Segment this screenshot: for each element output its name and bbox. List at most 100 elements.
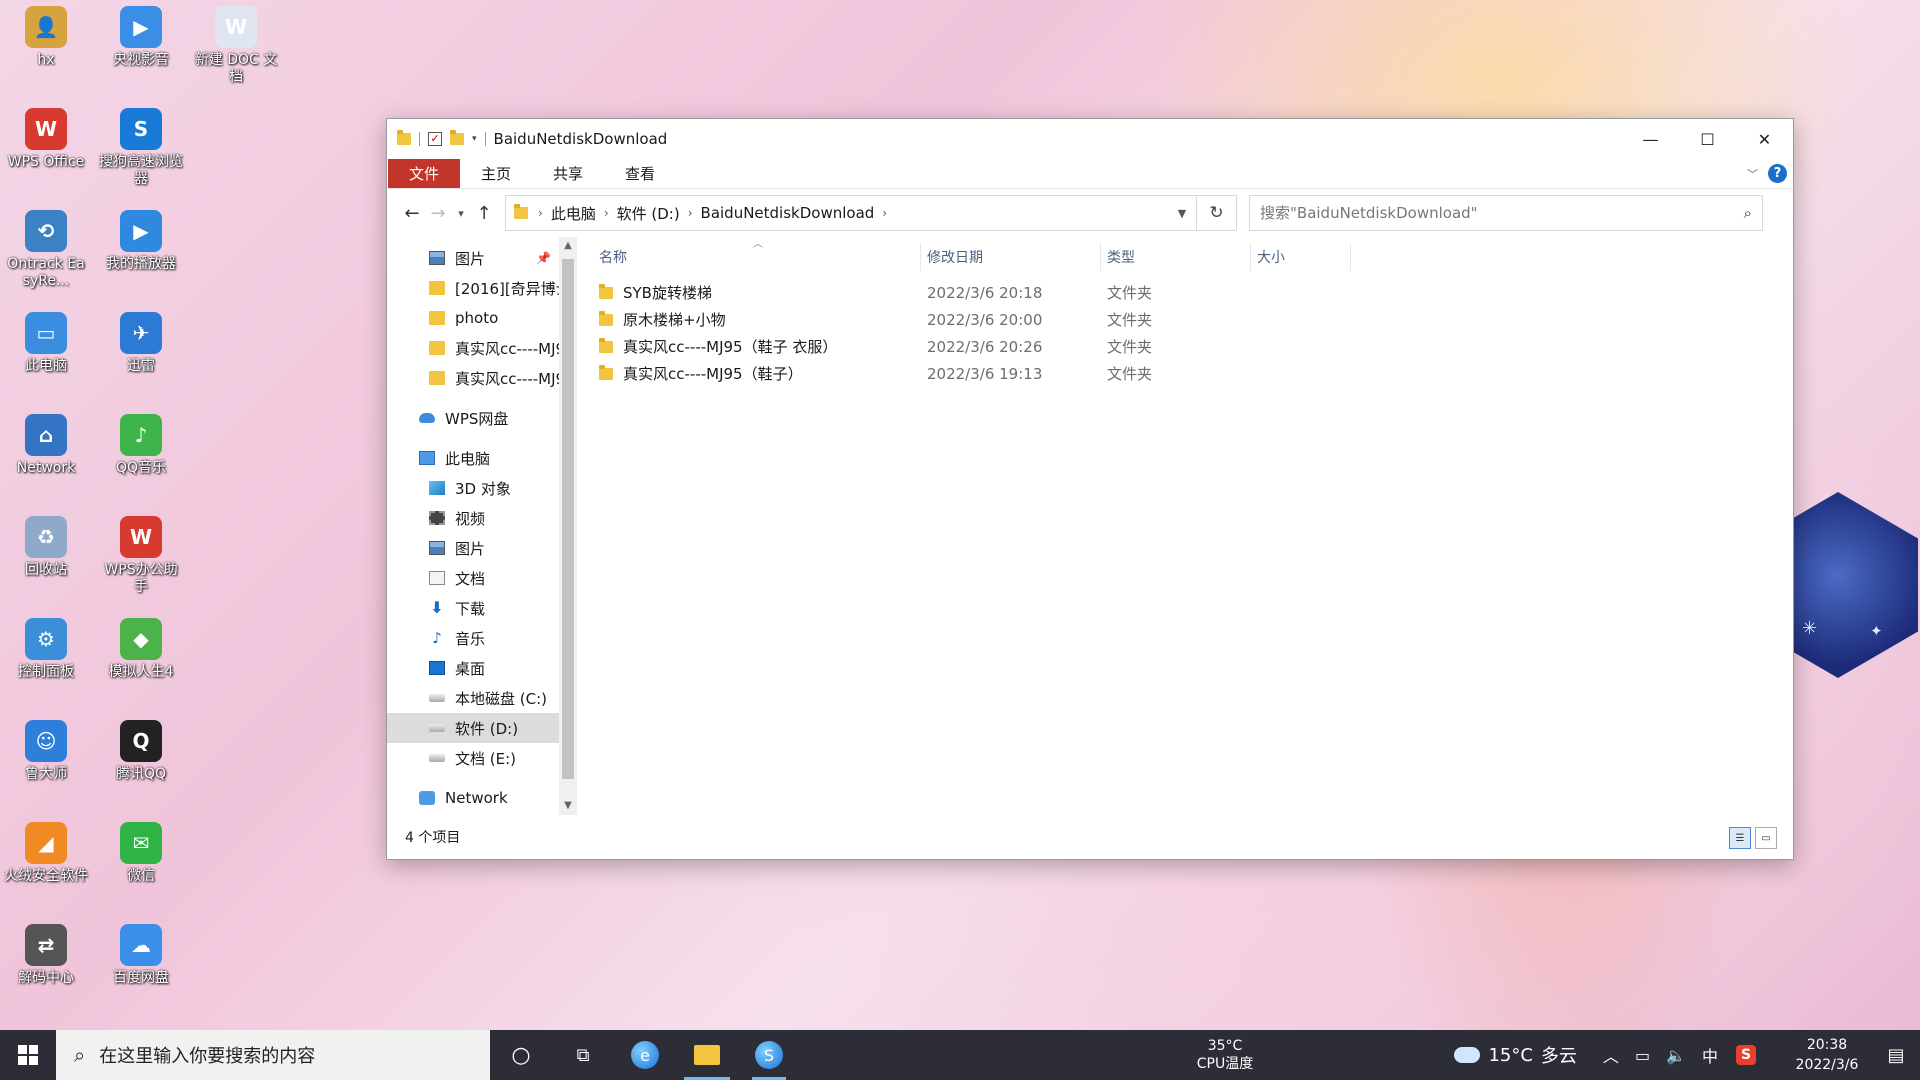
taskbar-search[interactable]: ⌕ 在这里输入你要搜索的内容 (56, 1030, 490, 1080)
properties-icon[interactable]: ✓ (428, 132, 442, 146)
task-view-button[interactable]: ⧉ (552, 1030, 614, 1080)
recent-locations-button[interactable]: ▾ (451, 207, 471, 220)
column-type[interactable]: 类型 (1101, 243, 1251, 271)
chevron-up-icon[interactable]: ︿ (1603, 1043, 1619, 1067)
desktop-icon[interactable]: W 新建 DOC 文档 (190, 6, 282, 86)
nav-item[interactable]: Network (387, 783, 559, 813)
scroll-thumb[interactable] (562, 259, 574, 779)
large-icons-view-button[interactable]: ▭ (1755, 827, 1777, 849)
nav-item[interactable]: [2016][奇异博士 (387, 273, 559, 303)
nav-item[interactable]: 此电脑 (387, 443, 559, 473)
forward-button[interactable]: → (425, 203, 451, 224)
taskbar-file-explorer[interactable] (676, 1030, 738, 1080)
table-row[interactable]: 真实风cc----MJ95（鞋子 衣服） 2022/3/6 20:26 文件夹 (577, 333, 1793, 360)
desktop-icon[interactable]: W WPS办公助手 (95, 516, 187, 596)
scroll-down-icon[interactable]: ▼ (559, 797, 577, 815)
search-input[interactable] (1260, 204, 1744, 222)
details-view-button[interactable]: ☰ (1729, 827, 1751, 849)
breadcrumb-drive-d[interactable]: 软件 (D:) (617, 203, 680, 224)
chevron-right-icon[interactable]: › (882, 206, 887, 220)
help-icon[interactable]: ? (1768, 164, 1787, 183)
desktop-icon[interactable]: ⌂ Network (0, 414, 92, 477)
desktop-icon[interactable]: W WPS Office (0, 108, 92, 171)
nav-item[interactable]: 图片 📌 (387, 243, 559, 273)
search-box[interactable]: ⌕ (1249, 195, 1763, 231)
nav-item[interactable]: WPS网盘 (387, 403, 559, 433)
table-row[interactable]: 真实风cc----MJ95（鞋子） 2022/3/6 19:13 文件夹 (577, 360, 1793, 387)
close-button[interactable]: ✕ (1736, 119, 1793, 159)
column-size[interactable]: 大小 (1251, 243, 1351, 271)
desktop-icon[interactable]: ⇄ 解码中心 (0, 924, 92, 987)
start-button[interactable] (0, 1030, 56, 1080)
nav-scrollbar[interactable]: ▲ ▼ (559, 237, 577, 815)
new-folder-icon[interactable] (450, 130, 464, 145)
cortana-button[interactable]: ○ (490, 1030, 552, 1080)
up-button[interactable]: ↑ (471, 203, 497, 224)
nav-item[interactable]: 图片 (387, 533, 559, 563)
nav-item[interactable]: 3D 对象 (387, 473, 559, 503)
breadcrumb-this-pc[interactable]: 此电脑 (551, 203, 596, 224)
nav-item[interactable]: 文档 (387, 563, 559, 593)
column-date[interactable]: 修改日期 (921, 243, 1101, 271)
nav-item[interactable]: 本地磁盘 (C:) (387, 683, 559, 713)
nav-item[interactable]: 桌面 (387, 653, 559, 683)
pin-icon[interactable]: 📌 (536, 251, 551, 265)
desktop-icon-label: 百度网盘 (113, 970, 169, 986)
nav-item[interactable]: photo (387, 303, 559, 333)
scroll-up-icon[interactable]: ▲ (559, 237, 577, 255)
chevron-right-icon[interactable]: › (538, 206, 543, 220)
desktop-icon[interactable]: 👤 hx (0, 6, 92, 69)
desktop-icon[interactable]: ◢ 火绒安全软件 (0, 822, 92, 885)
customize-toolbar-icon[interactable]: ▾ (472, 134, 477, 144)
tab-file[interactable]: 文件 (388, 159, 461, 188)
nav-item[interactable]: ⬇ 下载 (387, 593, 559, 623)
taskbar-browser[interactable]: e (614, 1030, 676, 1080)
sogou-ime-icon[interactable]: S (1736, 1045, 1756, 1065)
desktop-icon[interactable]: ▶ 央视影音 (95, 6, 187, 69)
minimize-button[interactable]: — (1622, 119, 1679, 159)
nav-item[interactable]: ♪ 音乐 (387, 623, 559, 653)
network-icon[interactable]: ▭ (1635, 1046, 1650, 1065)
column-name[interactable]: ︿ 名称 (599, 239, 921, 271)
back-button[interactable]: ← (399, 203, 425, 224)
taskbar-sogou-browser[interactable]: S (738, 1030, 800, 1080)
table-row[interactable]: SYB旋转楼梯 2022/3/6 20:18 文件夹 (577, 279, 1793, 306)
desktop-icon[interactable]: ☺ 鲁大师 (0, 720, 92, 783)
desktop-icon[interactable]: ▭ 此电脑 (0, 312, 92, 375)
table-row[interactable]: 原木楼梯+小物 2022/3/6 20:00 文件夹 (577, 306, 1793, 333)
desktop-icon[interactable]: ⚙ 控制面板 (0, 618, 92, 681)
desktop-icon[interactable]: ♻ 回收站 (0, 516, 92, 579)
tab-share[interactable]: 共享 (532, 159, 604, 188)
tab-view[interactable]: 查看 (604, 159, 676, 188)
nav-item[interactable]: 文档 (E:) (387, 743, 559, 773)
desktop-icon[interactable]: ☁ 百度网盘 (95, 924, 187, 987)
notification-icon[interactable]: ▤ (1872, 1045, 1920, 1066)
breadcrumb-current-folder[interactable]: BaiduNetdiskDownload (701, 204, 875, 222)
expand-ribbon-icon[interactable]: ﹀ (1747, 166, 1758, 182)
chevron-right-icon[interactable]: › (604, 206, 609, 220)
tab-home[interactable]: 主页 (460, 159, 532, 188)
cpu-temperature[interactable]: 35°C CPU温度 (1180, 1037, 1270, 1073)
desktop-icon[interactable]: ⟲ Ontrack EasyRe... (0, 210, 92, 290)
weather-widget[interactable]: 15°C 多云 (1454, 1042, 1577, 1068)
desktop-icon[interactable]: Q 腾讯QQ (95, 720, 187, 783)
desktop-icon[interactable]: ◆ 模拟人生4 (95, 618, 187, 681)
refresh-button[interactable]: ↻ (1197, 195, 1237, 231)
address-bar[interactable]: › 此电脑 › 软件 (D:) › BaiduNetdiskDownload ›… (505, 195, 1197, 231)
nav-item[interactable]: 软件 (D:) (387, 713, 559, 743)
desktop-icon[interactable]: ♪ QQ音乐 (95, 414, 187, 477)
desktop-icon[interactable]: ▶ 我的播放器 (95, 210, 187, 273)
desktop-icon[interactable]: ✈ 迅雷 (95, 312, 187, 375)
nav-item[interactable]: 视频 (387, 503, 559, 533)
desktop-icon[interactable]: ✉ 微信 (95, 822, 187, 885)
nav-item[interactable]: 真实风cc----MJ9 (387, 333, 559, 363)
clock[interactable]: 20:38 2022/3/6 (1782, 1035, 1872, 1075)
nav-item[interactable]: 真实风cc----MJ9 (387, 363, 559, 393)
search-icon[interactable]: ⌕ (1744, 204, 1752, 222)
maximize-button[interactable]: ☐ (1679, 119, 1736, 159)
chevron-right-icon[interactable]: › (688, 206, 693, 220)
chevron-down-icon[interactable]: ▼ (1168, 207, 1196, 220)
volume-icon[interactable]: 🔈 (1666, 1046, 1686, 1065)
ime-indicator[interactable]: 中 (1702, 1043, 1718, 1067)
desktop-icon[interactable]: S 搜狗高速浏览器 (95, 108, 187, 188)
